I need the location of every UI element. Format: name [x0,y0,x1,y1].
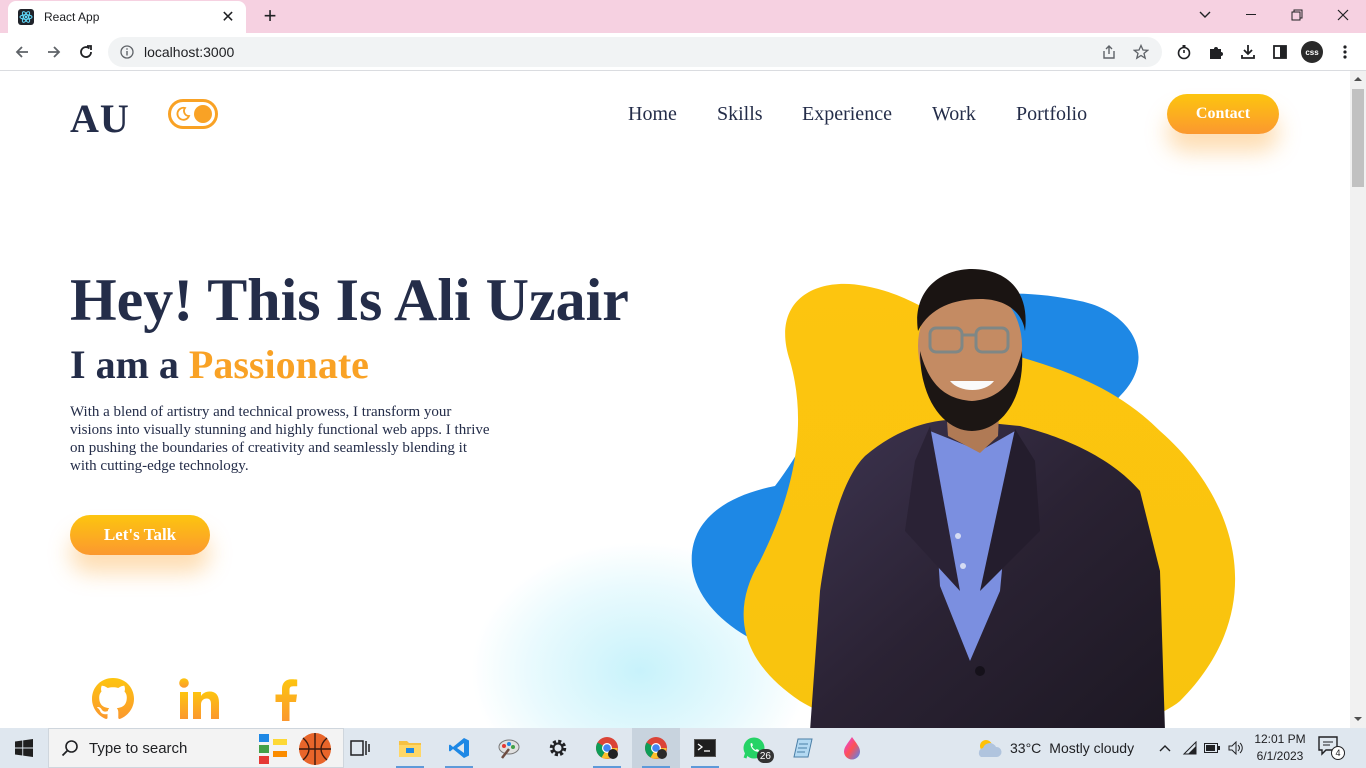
weather-widget[interactable]: 33°C Mostly cloudy [975,728,1134,768]
browser-tab[interactable]: React App ✕ [8,1,246,33]
forward-button[interactable] [40,38,68,66]
browser-toolbar: localhost:3000 css [0,33,1366,71]
clock-date: 6/1/2023 [1256,749,1304,763]
share-icon[interactable] [1098,41,1120,63]
weather-temp: 33°C [1010,740,1042,756]
hero-subtitle: I am a Passionate [70,341,369,388]
web-page: AU Home Skills Experience Work Portfolio… [0,71,1350,728]
github-icon[interactable] [89,675,137,723]
tab-close-icon[interactable]: ✕ [220,7,236,27]
taskbar-chrome-2[interactable] [632,728,680,768]
search-placeholder: Type to search [89,739,188,757]
nav-experience[interactable]: Experience [802,103,892,126]
taskbar-file-explorer[interactable] [386,728,434,768]
paint-icon [498,739,520,759]
taskbar-settings[interactable] [534,728,582,768]
theme-toggle[interactable] [168,99,218,129]
hero-description: With a blend of artistry and technical p… [70,404,490,474]
start-button[interactable] [0,728,48,768]
downloads-icon[interactable] [1237,41,1259,63]
nav-work[interactable]: Work [932,103,976,126]
nav-skills[interactable]: Skills [717,103,763,126]
site-info-icon[interactable] [120,45,134,59]
search-icon [61,740,78,757]
reload-button[interactable] [72,38,100,66]
chrome-icon [596,737,618,759]
side-panel-icon[interactable] [1269,41,1291,63]
windows-taskbar: Type to search 26 33°C Mostly cloudy 12:… [0,728,1366,768]
hero-subtitle-accent: Passionate [188,342,369,387]
notification-count: 4 [1331,746,1345,760]
system-clock[interactable]: 12:01 PM 6/1/2023 [1250,731,1310,765]
timer-extension-icon[interactable] [1173,41,1195,63]
nav-portfolio[interactable]: Portfolio [1016,103,1087,126]
whatsapp-badge: 26 [756,749,774,763]
page-scrollbar[interactable] [1350,71,1366,728]
facebook-icon[interactable] [263,675,311,723]
taskbar-terminal[interactable] [681,728,729,768]
clock-time: 12:01 PM [1254,732,1306,746]
profile-avatar[interactable]: css [1301,41,1323,63]
cloud-sun-icon [978,740,1002,757]
moon-icon [176,106,191,121]
scroll-up-arrow-icon[interactable] [1353,74,1363,84]
taskbar-paint[interactable] [485,728,533,768]
battery-icon[interactable] [1202,738,1222,758]
volume-icon[interactable] [1226,738,1246,758]
lets-talk-button[interactable]: Let's Talk [70,515,210,555]
terminal-icon [694,739,716,757]
minimize-button[interactable] [1228,0,1274,30]
hero-title: Hey! This Is Ali Uzair [70,267,629,333]
folder-icon [399,741,421,757]
browser-menu-icon[interactable] [1334,41,1356,63]
url-text[interactable]: localhost:3000 [144,44,1098,60]
notepad-icon [793,738,813,758]
bookmark-star-icon[interactable] [1130,41,1152,63]
tab-search-chevron-icon[interactable] [1182,0,1228,30]
tray-chevron-up-icon[interactable] [1155,738,1175,758]
scroll-down-arrow-icon[interactable] [1353,714,1363,724]
browser-tab-bar: React App ✕ + [0,0,1366,33]
scroll-thumb[interactable] [1352,89,1364,187]
taskbar-chrome-1[interactable] [583,728,631,768]
address-bar[interactable]: localhost:3000 [108,37,1162,67]
chrome-icon [645,737,667,759]
contact-button[interactable]: Contact [1167,94,1279,134]
droplet-icon [844,737,860,760]
taskbar-notepad[interactable] [779,728,827,768]
extensions-puzzle-icon[interactable] [1205,41,1227,63]
hero-portrait [691,269,1236,728]
windows-logo-icon [15,739,33,757]
weather-condition: Mostly cloudy [1049,740,1135,756]
wifi-icon[interactable] [1180,738,1200,758]
task-view-button[interactable] [336,728,384,768]
task-view-icon [350,740,370,756]
settings-gear-icon [549,739,567,757]
search-highlight-icon [259,733,331,765]
taskbar-vscode[interactable] [435,728,483,768]
close-window-button[interactable] [1320,0,1366,30]
taskbar-drop-app[interactable] [828,728,876,768]
taskbar-search[interactable]: Type to search [48,728,344,768]
react-favicon-icon [18,9,34,25]
restore-button[interactable] [1274,0,1320,30]
nav-home[interactable]: Home [628,103,677,126]
hero-subtitle-prefix: I am a [70,342,179,387]
new-tab-button[interactable]: + [258,4,282,28]
tab-title: React App [44,10,100,24]
taskbar-whatsapp[interactable]: 26 [730,728,778,768]
back-button[interactable] [8,38,36,66]
site-logo[interactable]: AU [70,95,130,142]
toggle-knob [194,105,212,123]
notification-center-button[interactable]: 4 [1318,736,1348,762]
vscode-icon [449,738,469,758]
linkedin-icon[interactable] [176,675,224,723]
